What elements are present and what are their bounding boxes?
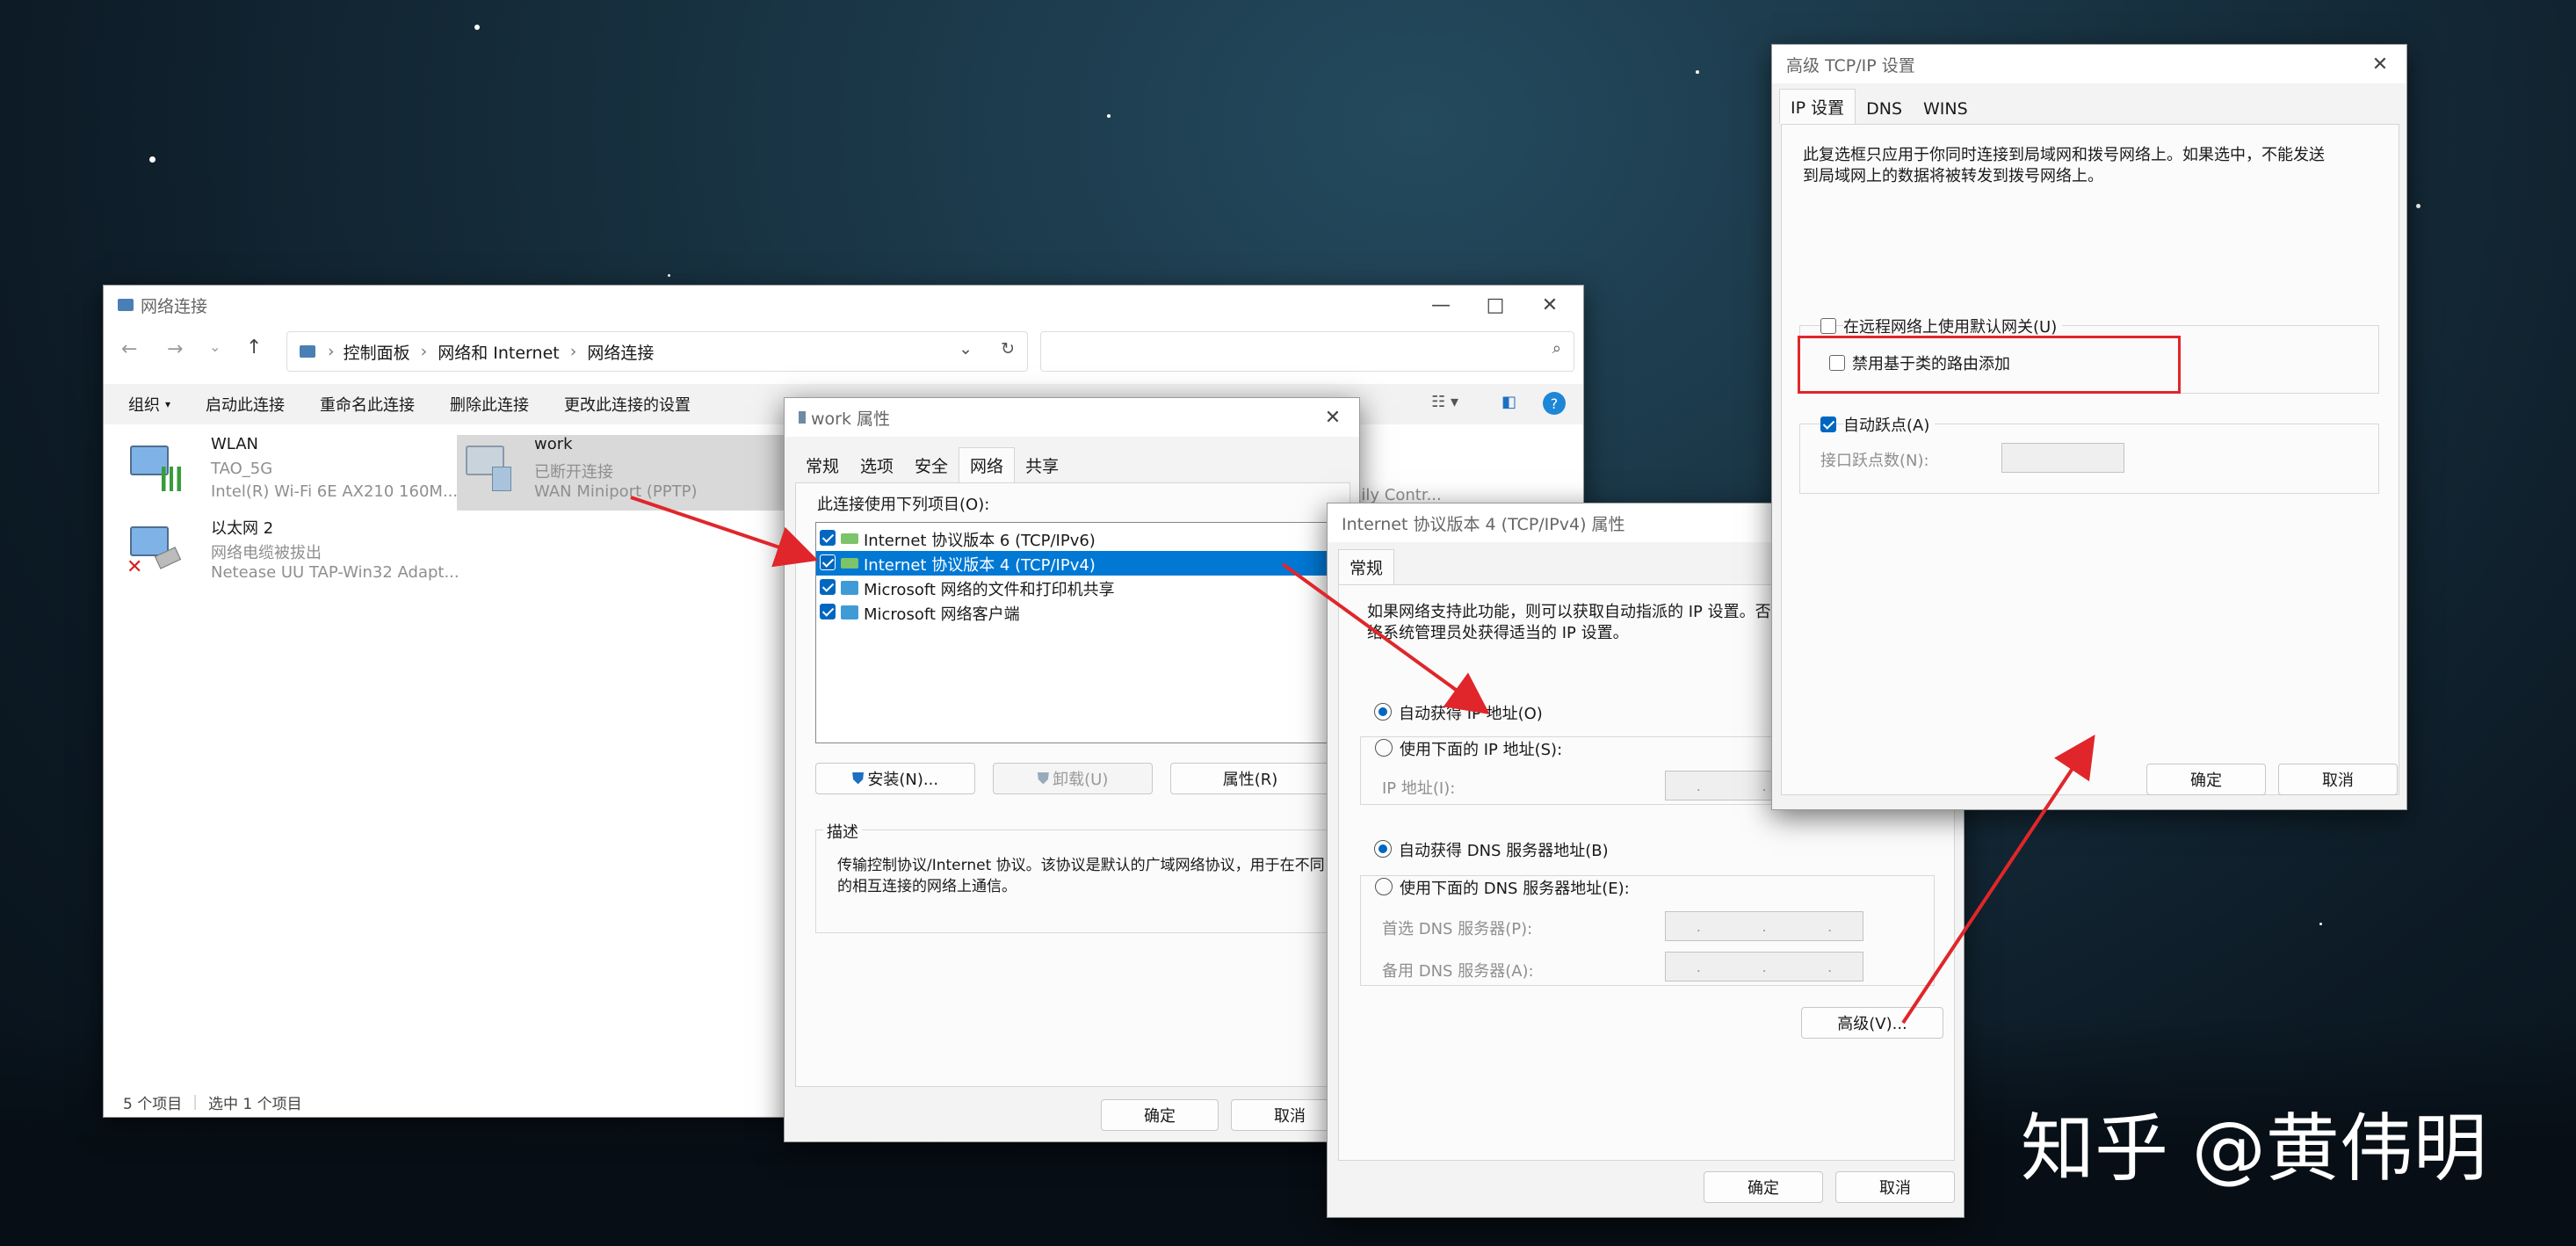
arrow-to-advanced-dialog [1901, 735, 2095, 1025]
arrow-to-ipv4-item [630, 496, 819, 568]
watermark: 知乎 @黄伟明 [2021, 1105, 2487, 1192]
arrow-to-ipv4-dialog [1281, 562, 1490, 715]
annotation-arrows [630, 496, 2095, 1025]
